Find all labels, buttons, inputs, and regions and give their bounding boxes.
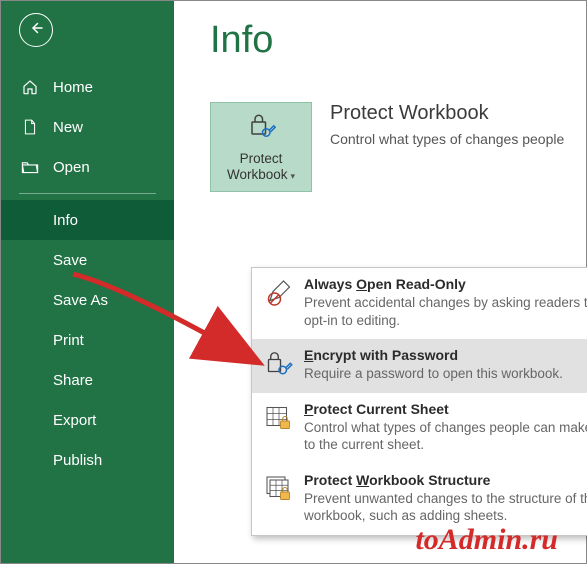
home-icon <box>21 78 39 96</box>
section-heading: Protect Workbook <box>330 102 564 125</box>
menu-item-protect-sheet[interactable]: Protect Current Sheet Control what types… <box>252 393 587 464</box>
sidebar-item-label: Publish <box>53 452 102 469</box>
app-window: Home New Open Info Save Save As Print <box>0 0 587 564</box>
sidebar-separator <box>19 193 156 194</box>
file-icon <box>21 118 39 136</box>
page-title: Info <box>210 19 586 62</box>
menu-item-description: Prevent unwanted changes to the structur… <box>304 490 587 525</box>
sidebar-item-print[interactable]: Print <box>1 320 174 360</box>
menu-item-protect-structure[interactable]: Protect Workbook Structure Prevent unwan… <box>252 464 587 535</box>
sidebar-item-share[interactable]: Share <box>1 360 174 400</box>
sidebar-item-label: Print <box>53 332 84 349</box>
sidebar-item-new[interactable]: New <box>1 107 174 147</box>
sidebar-item-export[interactable]: Export <box>1 400 174 440</box>
menu-item-description: Control what types of changes people can… <box>304 419 587 454</box>
menu-item-title: Always Open Read-Only <box>304 276 587 292</box>
back-button[interactable] <box>19 13 53 47</box>
sidebar-item-open[interactable]: Open <box>1 147 174 187</box>
section-description: Control what types of changes people <box>330 131 564 147</box>
button-label: Protect Workbook▾ <box>227 151 295 185</box>
sidebar-item-label: Save <box>53 252 87 269</box>
protect-workbook-section: Protect Workbook▾ Protect Workbook Contr… <box>210 102 586 192</box>
menu-item-title: Encrypt with Password <box>304 347 563 363</box>
protect-workbook-menu: Always Open Read-Only Prevent accidental… <box>251 267 587 536</box>
lock-key-icon <box>246 110 276 145</box>
chevron-down-icon: ▾ <box>291 171 296 181</box>
arrow-left-icon <box>27 19 45 42</box>
sidebar-item-label: Info <box>53 212 78 229</box>
sidebar-item-label: Open <box>53 159 90 176</box>
menu-item-description: Require a password to open this workbook… <box>304 365 563 383</box>
menu-item-open-read-only[interactable]: Always Open Read-Only Prevent accidental… <box>252 268 587 339</box>
sidebar-item-label: New <box>53 119 83 136</box>
sidebar-item-label: Export <box>53 412 96 429</box>
workbook-lock-icon <box>262 472 296 525</box>
backstage-sidebar: Home New Open Info Save Save As Print <box>1 1 174 563</box>
sidebar-item-label: Save As <box>53 292 108 309</box>
pencil-no-icon <box>262 276 296 329</box>
menu-item-encrypt-password[interactable]: Encrypt with Password Require a password… <box>252 339 587 393</box>
folder-open-icon <box>21 158 39 176</box>
menu-item-title: Protect Current Sheet <box>304 401 587 417</box>
sidebar-item-publish[interactable]: Publish <box>1 440 174 480</box>
sidebar-item-label: Home <box>53 79 93 96</box>
sidebar-item-save-as[interactable]: Save As <box>1 280 174 320</box>
menu-item-description: Prevent accidental changes by asking rea… <box>304 294 587 329</box>
sidebar-item-save[interactable]: Save <box>1 240 174 280</box>
sidebar-item-info[interactable]: Info <box>1 200 174 240</box>
lock-key-icon <box>262 347 296 383</box>
menu-item-title: Protect Workbook Structure <box>304 472 587 488</box>
sidebar-item-label: Share <box>53 372 93 389</box>
sidebar-item-home[interactable]: Home <box>1 67 174 107</box>
protect-workbook-button[interactable]: Protect Workbook▾ <box>210 102 312 192</box>
sheet-lock-icon <box>262 401 296 454</box>
